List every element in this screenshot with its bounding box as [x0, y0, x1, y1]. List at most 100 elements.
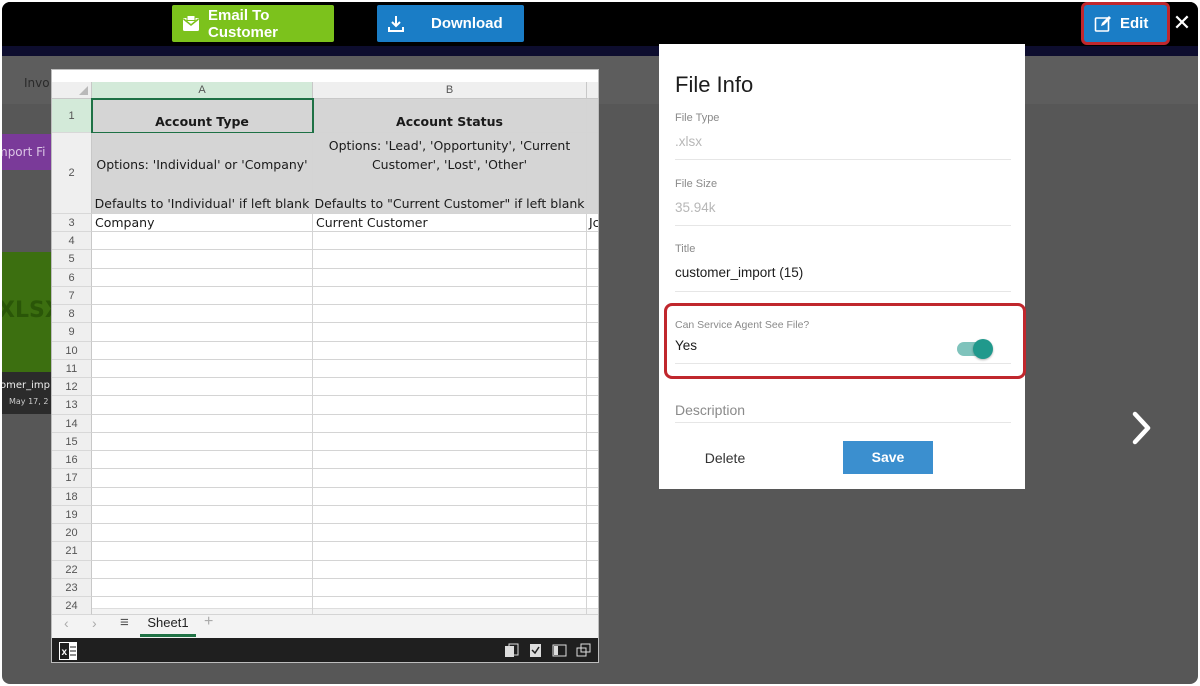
spreadsheet-preview[interactable]: A B 1 Account Type Account Status 2 Opti… — [51, 69, 599, 663]
cell-a16[interactable] — [92, 451, 313, 469]
row-header-1[interactable]: 1 — [52, 99, 92, 133]
cell-c5[interactable] — [587, 250, 598, 269]
row-header-14[interactable]: 14 — [52, 415, 92, 433]
cell-c21[interactable] — [587, 542, 598, 561]
cell-c9[interactable] — [587, 323, 598, 342]
row-header-18[interactable]: 18 — [52, 488, 92, 506]
cell-b23[interactable] — [313, 579, 587, 597]
row-header-15[interactable]: 15 — [52, 433, 92, 451]
cell-c11[interactable] — [587, 360, 598, 378]
cell-c4[interactable] — [587, 232, 598, 250]
cell-c19[interactable] — [587, 506, 598, 524]
column-header-b[interactable]: B — [313, 82, 587, 99]
cell-b3[interactable]: Current Customer — [313, 214, 587, 232]
row-header-7[interactable]: 7 — [52, 287, 92, 305]
row-header-10[interactable]: 10 — [52, 342, 92, 360]
cell-b4[interactable] — [313, 232, 587, 250]
cell-b19[interactable] — [313, 506, 587, 524]
cell-c24[interactable] — [587, 597, 598, 615]
cell-a5[interactable] — [92, 250, 313, 269]
cell-a23[interactable] — [92, 579, 313, 597]
cell-c23[interactable] — [587, 579, 598, 597]
popout-icon[interactable] — [576, 643, 591, 658]
cell-b18[interactable] — [313, 488, 587, 506]
row-header-11[interactable]: 11 — [52, 360, 92, 378]
row-header-5[interactable]: 5 — [52, 250, 92, 269]
select-all-corner[interactable] — [52, 82, 92, 99]
cell-b16[interactable] — [313, 451, 587, 469]
description-field[interactable]: Description — [675, 402, 745, 418]
cell-b13[interactable] — [313, 396, 587, 415]
view-icon[interactable] — [552, 643, 567, 658]
row-header-2[interactable]: 2 — [52, 133, 92, 214]
row-header-17[interactable]: 17 — [52, 469, 92, 488]
cell-c16[interactable] — [587, 451, 598, 469]
prev-sheet-icon[interactable]: ‹ — [64, 615, 69, 631]
cell-a20[interactable] — [92, 524, 313, 542]
title-field[interactable]: customer_import (15) — [675, 265, 803, 280]
cell-a18[interactable] — [92, 488, 313, 506]
cell-c1[interactable] — [587, 99, 598, 133]
cell-a10[interactable] — [92, 342, 313, 360]
row-header-20[interactable]: 20 — [52, 524, 92, 542]
cell-a6[interactable] — [92, 269, 313, 287]
cell-c6[interactable] — [587, 269, 598, 287]
cell-b12[interactable] — [313, 378, 587, 396]
row-header-6[interactable]: 6 — [52, 269, 92, 287]
row-header-3[interactable]: 3 — [52, 214, 92, 232]
cell-c13[interactable] — [587, 396, 598, 415]
row-header-22[interactable]: 22 — [52, 561, 92, 579]
cell-b20[interactable] — [313, 524, 587, 542]
cell-c12[interactable] — [587, 378, 598, 396]
cell-c17[interactable] — [587, 469, 598, 488]
row-header-16[interactable]: 16 — [52, 451, 92, 469]
cell-b6[interactable] — [313, 269, 587, 287]
cell-a19[interactable] — [92, 506, 313, 524]
cell-a9[interactable] — [92, 323, 313, 342]
column-header-c[interactable] — [587, 82, 598, 99]
cell-a14[interactable] — [92, 415, 313, 433]
row-header-9[interactable]: 9 — [52, 323, 92, 342]
cell-c2[interactable] — [587, 133, 598, 214]
cell-a3[interactable]: Company — [92, 214, 313, 232]
sheet-menu-icon[interactable]: ≡ — [120, 614, 129, 631]
print-icon[interactable] — [528, 643, 543, 658]
cell-b11[interactable] — [313, 360, 587, 378]
cell-b1[interactable]: Account Status — [313, 99, 587, 133]
cell-c22[interactable] — [587, 561, 598, 579]
row-header-24[interactable]: 24 — [52, 597, 92, 615]
cell-b15[interactable] — [313, 433, 587, 451]
copy-icon[interactable] — [504, 643, 519, 658]
cell-c10[interactable] — [587, 342, 598, 360]
cell-c8[interactable] — [587, 305, 598, 323]
cell-a22[interactable] — [92, 561, 313, 579]
close-icon[interactable]: ✕ — [1170, 10, 1194, 38]
cell-c14[interactable] — [587, 415, 598, 433]
cell-c3[interactable]: Jc — [587, 214, 598, 232]
cell-c18[interactable] — [587, 488, 598, 506]
row-header-21[interactable]: 21 — [52, 542, 92, 561]
cell-a4[interactable] — [92, 232, 313, 250]
cell-b17[interactable] — [313, 469, 587, 488]
save-button[interactable]: Save — [843, 441, 933, 474]
row-header-19[interactable]: 19 — [52, 506, 92, 524]
row-header-23[interactable]: 23 — [52, 579, 92, 597]
cell-a15[interactable] — [92, 433, 313, 451]
cell-a11[interactable] — [92, 360, 313, 378]
cell-b9[interactable] — [313, 323, 587, 342]
cell-b24[interactable] — [313, 597, 587, 615]
download-button[interactable]: Download — [377, 5, 524, 42]
cell-a21[interactable] — [92, 542, 313, 561]
cell-a13[interactable] — [92, 396, 313, 415]
row-header-12[interactable]: 12 — [52, 378, 92, 396]
add-sheet-icon[interactable]: + — [204, 613, 213, 631]
email-to-customer-button[interactable]: Email To Customer — [172, 5, 334, 42]
next-file-arrow-icon[interactable] — [1126, 408, 1156, 448]
cell-c20[interactable] — [587, 524, 598, 542]
cell-a7[interactable] — [92, 287, 313, 305]
cell-c7[interactable] — [587, 287, 598, 305]
cell-b14[interactable] — [313, 415, 587, 433]
cell-c15[interactable] — [587, 433, 598, 451]
cell-b10[interactable] — [313, 342, 587, 360]
row-header-4[interactable]: 4 — [52, 232, 92, 250]
